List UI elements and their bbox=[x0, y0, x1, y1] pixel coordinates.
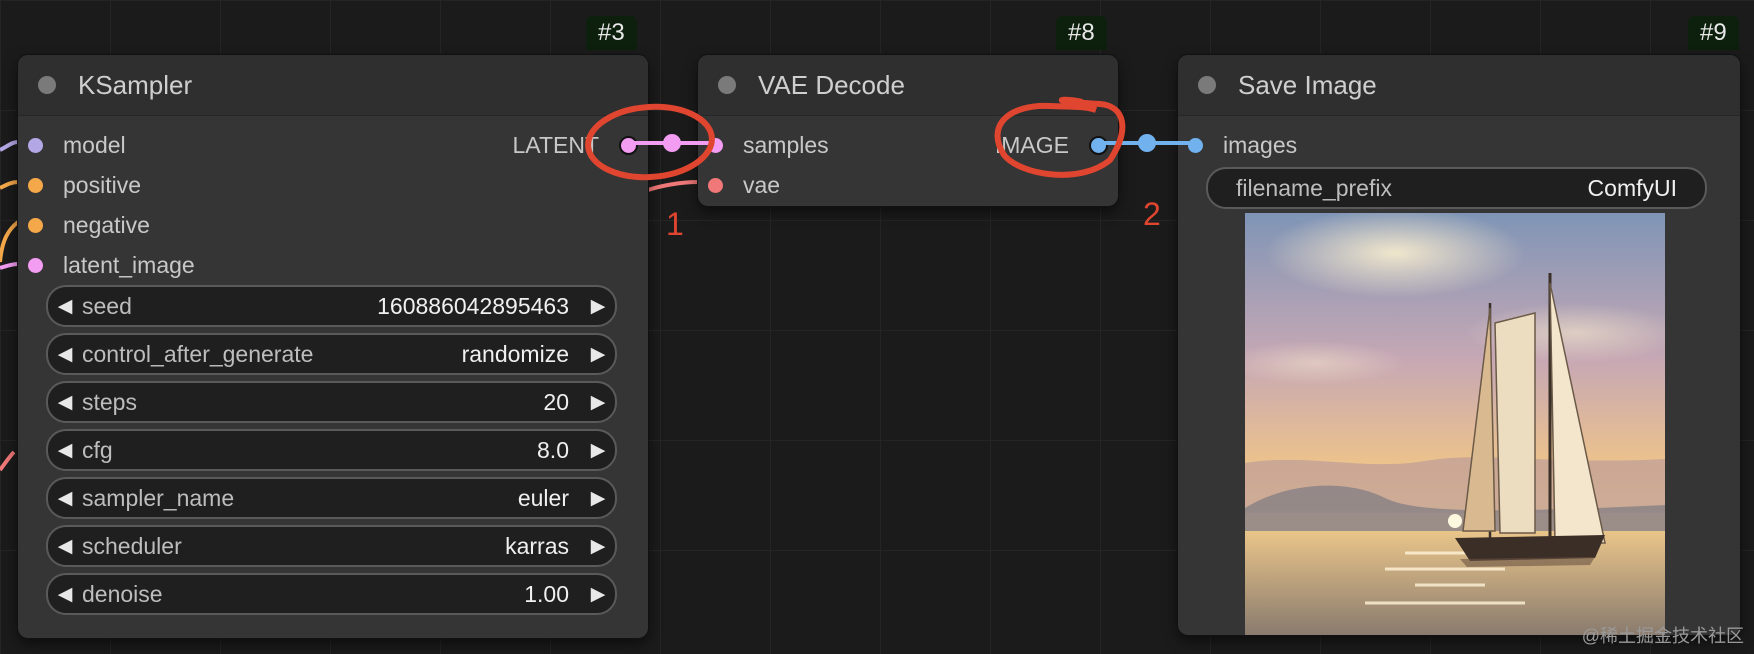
link-wires-foreground bbox=[585, 96, 1196, 181]
annotation-label-1: 1 bbox=[666, 206, 684, 242]
link-midpoint-icon bbox=[1138, 134, 1156, 152]
annotation-circle-2 bbox=[994, 96, 1126, 178]
link-midpoint-icon bbox=[663, 134, 681, 152]
watermark: @稀土掘金技术社区 bbox=[1581, 626, 1744, 646]
annotation-label-2: 2 bbox=[1143, 196, 1161, 232]
